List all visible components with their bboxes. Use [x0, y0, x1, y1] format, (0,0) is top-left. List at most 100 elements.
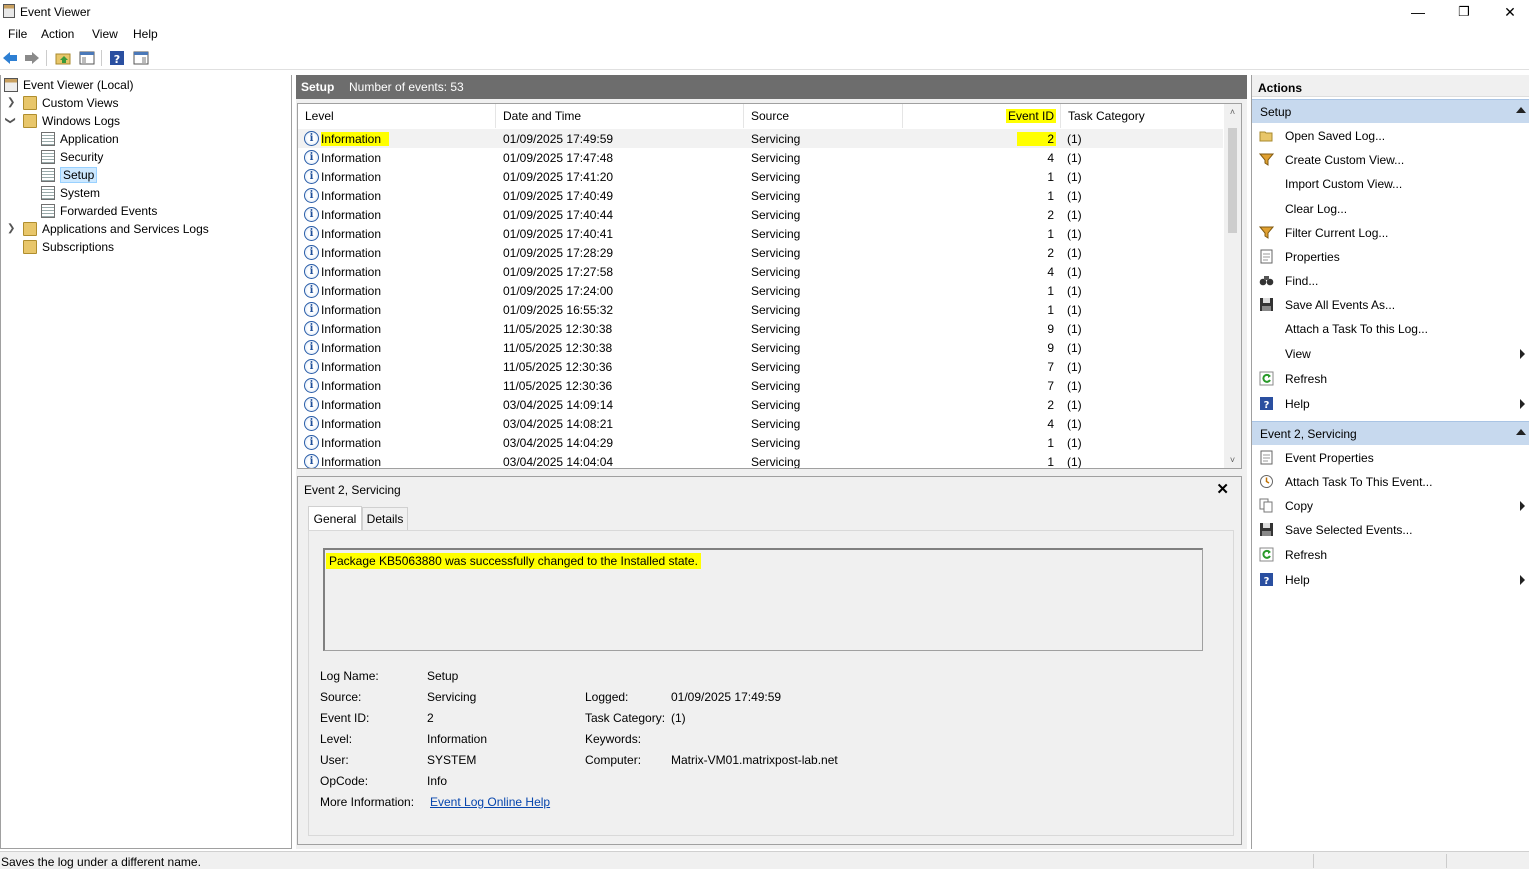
event-level: Information [321, 436, 382, 450]
event-row[interactable]: i Information 01/09/2025 17:28:29 Servicing… [298, 243, 1223, 262]
label-opcode: OpCode: [320, 774, 369, 788]
event-date-time: 03/04/2025 14:04:04 [503, 455, 614, 469]
action-label: Attach Task To This Event... [1285, 475, 1433, 489]
event-row[interactable]: i Information 01/09/2025 17:47:48 Servicing… [298, 148, 1223, 167]
menu-action[interactable]: Action [41, 27, 74, 41]
help-icon[interactable]: ? [108, 49, 126, 67]
action-refresh[interactable]: Refresh [1252, 368, 1529, 390]
event-row[interactable]: i Information 01/09/2025 17:24:00 Servicing… [298, 281, 1223, 300]
tree-application[interactable]: Application [41, 130, 119, 148]
event-message-box[interactable]: Package KB5063880 was successfully chang… [323, 548, 1203, 651]
action-properties[interactable]: Properties [1252, 246, 1529, 268]
chevron-right-icon[interactable]: ❯ [7, 97, 15, 108]
tree-applications-and-services-logs[interactable]: Applications and Services Logs [23, 220, 209, 238]
action-copy[interactable]: Copy [1252, 495, 1529, 517]
action-label: Open Saved Log... [1285, 129, 1386, 143]
collapse-icon[interactable] [1516, 429, 1526, 435]
event-row[interactable]: i Information 01/09/2025 17:40:44 Servicing… [298, 205, 1223, 224]
copy-icon [1259, 498, 1274, 513]
event-row[interactable]: i Information 03/04/2025 14:09:14 Servicing… [298, 395, 1223, 414]
column-event-id[interactable]: Event ID [903, 104, 1061, 128]
tab-general[interactable]: General [308, 506, 362, 531]
tree-event-viewer-local[interactable]: Event Viewer (Local) [4, 76, 134, 94]
value-task-category: (1) [671, 711, 686, 725]
event-row[interactable]: i Information 01/09/2025 17:40:41 Servicing… [298, 224, 1223, 243]
event-id: 2 [1047, 246, 1054, 260]
event-row[interactable]: i Information 11/05/2025 12:30:38 Servicing… [298, 338, 1223, 357]
tab-details[interactable]: Details [362, 507, 408, 530]
action-refresh[interactable]: Refresh [1252, 544, 1529, 566]
scroll-down-icon[interactable]: ˅ [1224, 452, 1241, 468]
collapse-icon[interactable] [1516, 107, 1526, 113]
event-task-category: (1) [1067, 341, 1082, 355]
close-icon[interactable]: ✕ [1216, 480, 1229, 498]
event-row[interactable]: i Information 01/09/2025 17:40:49 Servicing… [298, 186, 1223, 205]
actions-section-setup[interactable]: Setup [1252, 99, 1529, 123]
folder-up-icon[interactable] [54, 49, 72, 67]
action-import-custom-view[interactable]: Import Custom View... [1252, 173, 1529, 195]
event-row[interactable]: i Information 03/04/2025 14:08:21 Servicing… [298, 414, 1223, 433]
event-row[interactable]: i Information 01/09/2025 17:49:59 Servicing… [298, 129, 1223, 148]
action-open-saved-log[interactable]: Open Saved Log... [1252, 125, 1529, 147]
event-row[interactable]: i Information 01/09/2025 16:55:32 Servicing… [298, 300, 1223, 319]
event-log-online-help-link[interactable]: Event Log Online Help [430, 795, 550, 809]
event-row[interactable]: i Information 11/05/2025 12:30:38 Servicing… [298, 319, 1223, 338]
event-viewer-icon [4, 78, 18, 92]
log-icon [41, 168, 55, 182]
action-filter-current-log[interactable]: Filter Current Log... [1252, 222, 1529, 244]
action-clear-log[interactable]: Clear Log... [1252, 198, 1529, 220]
tree-windows-logs[interactable]: Windows Logs [23, 112, 120, 130]
event-row[interactable]: i Information 03/04/2025 14:04:04 Servicing… [298, 452, 1223, 469]
show-hide-action-pane-icon[interactable] [132, 49, 150, 67]
back-arrow-icon[interactable] [1, 49, 19, 67]
chevron-right-icon[interactable]: ❯ [7, 223, 15, 234]
close-button[interactable]: ✕ [1487, 0, 1529, 24]
action-event-properties[interactable]: Event Properties [1252, 447, 1529, 469]
scroll-thumb[interactable] [1228, 128, 1237, 233]
tree-forwarded-events[interactable]: Forwarded Events [41, 202, 157, 220]
action-attach-task-to-log[interactable]: Attach a Task To this Log... [1252, 318, 1529, 340]
column-date-time[interactable]: Date and Time [496, 104, 744, 128]
event-task-category: (1) [1067, 227, 1082, 241]
event-count: Number of events: 53 [349, 80, 464, 94]
action-create-custom-view[interactable]: Create Custom View... [1252, 149, 1529, 171]
action-attach-task-to-event[interactable]: Attach Task To This Event... [1252, 471, 1529, 493]
action-help[interactable]: ? Help [1252, 569, 1529, 591]
event-level: Information [321, 170, 382, 184]
tree-setup[interactable]: Setup [41, 166, 98, 184]
action-help[interactable]: ? Help [1252, 393, 1529, 415]
event-level: Information [321, 189, 382, 203]
event-row[interactable]: i Information 03/04/2025 14:04:29 Servicing… [298, 433, 1223, 452]
event-row[interactable]: i Information 11/05/2025 12:30:36 Servicing… [298, 357, 1223, 376]
tree-security[interactable]: Security [41, 148, 103, 166]
menu-file[interactable]: File [8, 27, 27, 41]
maximize-button[interactable]: ❐ [1441, 0, 1487, 24]
menu-help[interactable]: Help [133, 27, 158, 41]
label-logged: Logged: [585, 690, 629, 704]
show-hide-tree-icon[interactable] [78, 49, 96, 67]
tree-subscriptions[interactable]: Subscriptions [23, 238, 114, 256]
information-icon: i [304, 359, 319, 374]
action-find[interactable]: Find... [1252, 270, 1529, 292]
event-id: 9 [1047, 341, 1054, 355]
actions-section-event[interactable]: Event 2, Servicing [1252, 421, 1529, 445]
tree-system[interactable]: System [41, 184, 100, 202]
forward-arrow-icon[interactable] [23, 49, 41, 67]
event-id: 9 [1047, 322, 1054, 336]
event-list-scrollbar[interactable]: ˄ ˅ [1224, 104, 1241, 468]
minimize-button[interactable]: — [1395, 0, 1441, 24]
menu-view[interactable]: View [92, 27, 118, 41]
event-row[interactable]: i Information 11/05/2025 12:30:36 Servicing… [298, 376, 1223, 395]
action-save-selected-events[interactable]: Save Selected Events... [1252, 519, 1529, 541]
event-row[interactable]: i Information 01/09/2025 17:41:20 Servicing… [298, 167, 1223, 186]
action-save-all-events-as[interactable]: Save All Events As... [1252, 294, 1529, 316]
tree-custom-views[interactable]: Custom Views [23, 94, 118, 112]
status-text: Saves the log under a different name. [1, 855, 201, 869]
scroll-up-icon[interactable]: ˄ [1224, 104, 1241, 120]
chevron-down-icon[interactable]: ❯ [5, 116, 16, 124]
column-level[interactable]: Level [298, 104, 496, 128]
event-row[interactable]: i Information 01/09/2025 17:27:58 Servicing… [298, 262, 1223, 281]
column-source[interactable]: Source [744, 104, 903, 128]
column-task-category[interactable]: Task Category [1061, 104, 1223, 128]
action-view[interactable]: View [1252, 343, 1529, 365]
